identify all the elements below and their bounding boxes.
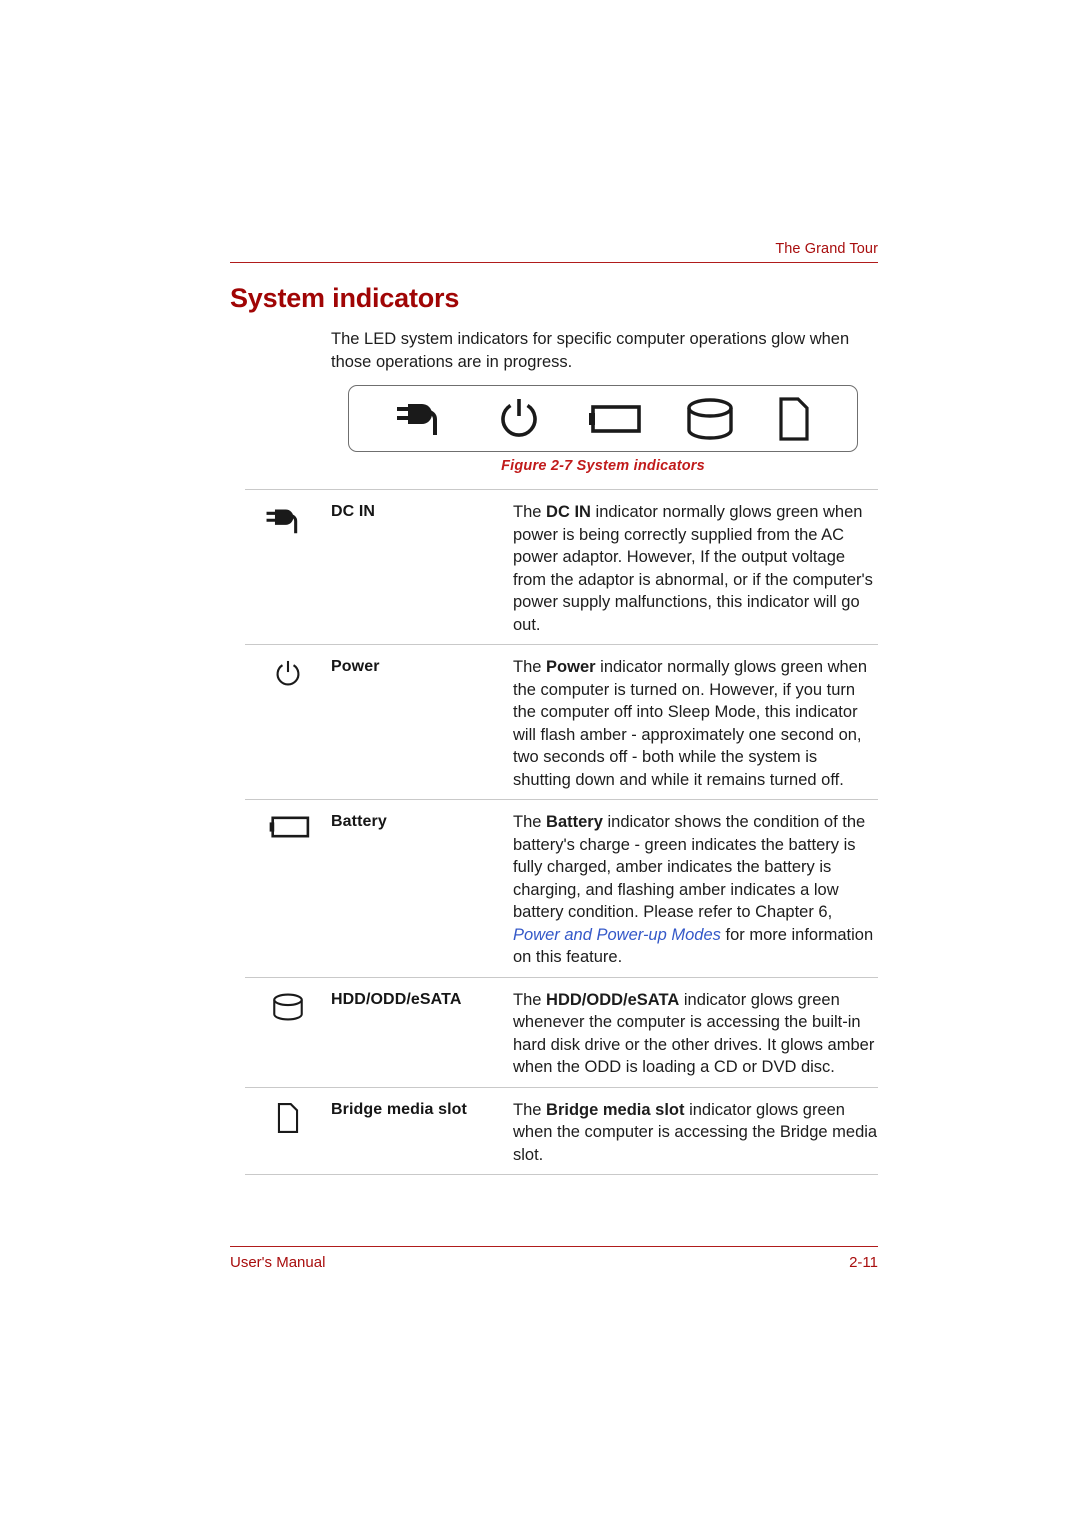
dc-in-plug-icon — [395, 398, 455, 440]
battery-icon — [265, 814, 311, 969]
table-row: HDD/ODD/eSATA The HDD/ODD/eSATA indicato… — [245, 976, 878, 1087]
row-description: The DC IN indicator normally glows green… — [513, 503, 873, 634]
table-row: Bridge media slot The Bridge media slot … — [245, 1086, 878, 1175]
row-icon-cell — [245, 499, 331, 636]
row-description: The HDD/ODD/eSATA indicator glows green … — [513, 990, 875, 1077]
row-description: The Bridge media slot indicator glows gr… — [513, 1100, 878, 1164]
footer-row: User's Manual 2-11 — [230, 1253, 878, 1273]
hdd-disk-icon — [684, 397, 736, 441]
row-label: Battery — [331, 813, 387, 830]
row-description: The Battery indicator shows the conditio… — [513, 813, 874, 966]
footer-manual-label: User's Manual — [230, 1254, 326, 1271]
row-label: DC IN — [331, 503, 376, 520]
bridge-media-card-icon — [777, 396, 811, 442]
hdd-disk-icon — [271, 992, 305, 1079]
table-row: Power The Power indicator normally glows… — [245, 644, 878, 799]
row-label: HDD/ODD/eSATA — [331, 990, 462, 1008]
row-description: The Power indicator normally glows green… — [513, 658, 868, 789]
row-icon-cell — [245, 987, 331, 1079]
power-icon — [496, 396, 542, 442]
footer-rule — [230, 1246, 878, 1247]
power-icon — [273, 659, 303, 791]
system-indicators-table: DC IN The DC IN indicator normally glows… — [245, 489, 878, 1175]
page-header: The Grand Tour — [230, 240, 878, 263]
header-rule — [230, 262, 878, 263]
figure-indicator-panel — [348, 385, 858, 452]
document-page: The Grand Tour System indicators The LED… — [0, 0, 1080, 1528]
row-label: Power — [331, 658, 380, 675]
row-icon-cell — [245, 654, 331, 791]
chapter-link[interactable]: Power and Power-up Modes — [513, 926, 721, 944]
dc-in-plug-icon — [265, 504, 311, 636]
page-number: 2-11 — [849, 1254, 878, 1271]
row-label: Bridge media slot — [331, 1100, 467, 1118]
battery-icon — [583, 402, 643, 436]
figure-icon-row — [349, 386, 857, 451]
row-icon-cell — [245, 809, 331, 969]
row-icon-cell — [245, 1097, 331, 1167]
page-footer: User's Manual 2-11 — [230, 1246, 878, 1273]
page-title: System indicators — [230, 283, 460, 313]
table-row: DC IN The DC IN indicator normally glows… — [245, 489, 878, 644]
intro-paragraph: The LED system indicators for specific c… — [331, 330, 850, 371]
figure-caption: Figure 2-7 System indicators — [501, 458, 705, 474]
bridge-media-card-icon — [276, 1102, 300, 1167]
header-chapter-title: The Grand Tour — [775, 241, 878, 257]
table-row: Battery The Battery indicator shows the … — [245, 799, 878, 977]
